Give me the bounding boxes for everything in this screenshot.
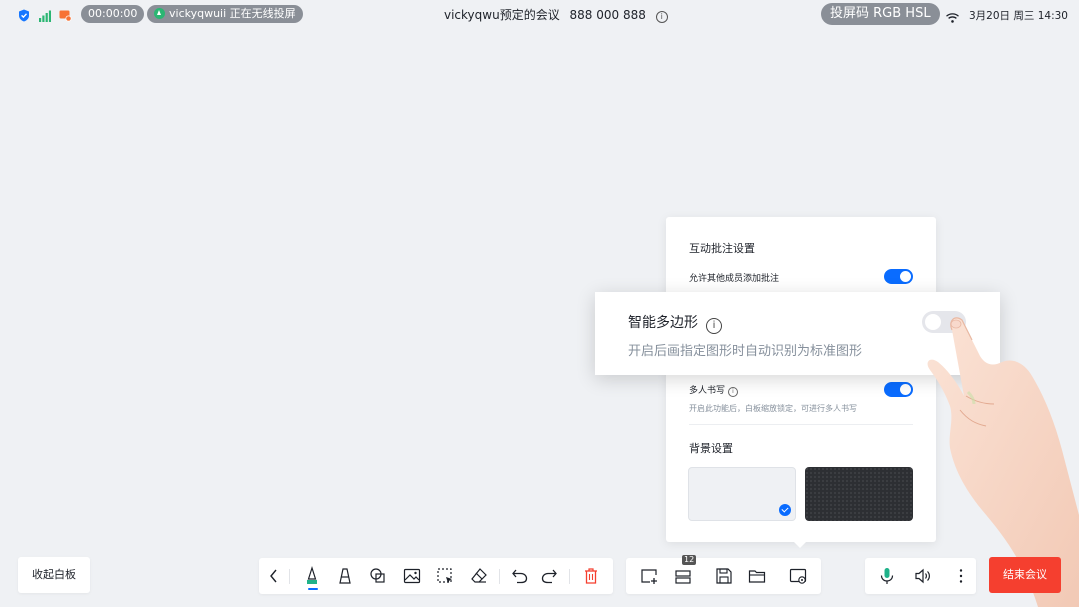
network-warning-icon [59, 7, 72, 26]
divider [689, 424, 913, 425]
select-icon[interactable] [435, 566, 455, 586]
shape-icon[interactable] [368, 566, 388, 586]
delete-icon[interactable] [581, 566, 601, 586]
smart-polygon-title: 智能多边形 [628, 315, 698, 331]
meeting-name: vickyqwu预定的会议 [444, 8, 560, 22]
clock: 3月20日 周三 14:30 [969, 10, 1068, 22]
eraser-icon[interactable] [469, 566, 489, 586]
speaker-icon[interactable] [913, 566, 933, 586]
multi-write-description: 开启此功能后，白板缩放锁定，可进行多人书写 [689, 404, 857, 413]
multi-write-toggle[interactable] [884, 382, 913, 397]
undo-icon[interactable] [510, 566, 530, 586]
save-icon[interactable] [714, 566, 734, 586]
screen-share-badge[interactable]: vickyqwuii 正在无线投屏 [147, 5, 303, 23]
check-icon [779, 504, 791, 516]
divider [499, 569, 500, 584]
multi-write-label: 多人书写 [689, 386, 726, 396]
allow-annotation-toggle[interactable] [884, 269, 913, 284]
cast-icon [154, 8, 165, 19]
meeting-id: 888 000 888 [569, 8, 646, 22]
microphone-icon[interactable] [877, 566, 897, 586]
image-icon[interactable] [402, 566, 422, 586]
background-option-light[interactable] [688, 467, 796, 521]
signal-icon [39, 7, 51, 26]
whiteboard-settings-panel: 互动批注设置 允许其他成员添加批注 多人书写 i 开启此功能后，白板缩放锁定，可进… [666, 217, 936, 548]
pen-icon[interactable] [302, 566, 322, 586]
pages-icon[interactable] [673, 566, 693, 586]
info-icon[interactable]: i [706, 318, 722, 334]
end-meeting-button[interactable]: 结束会议 [989, 557, 1061, 593]
wifi-icon [946, 8, 959, 27]
smart-polygon-row: 智能多边形 i [628, 312, 722, 334]
info-icon[interactable]: i [655, 11, 668, 23]
divider [569, 569, 570, 584]
cast-code-badge: 投屏码 RGB HSL [821, 3, 940, 25]
add-page-icon[interactable] [639, 566, 659, 586]
collapse-whiteboard-button[interactable]: 收起白板 [18, 557, 90, 593]
meeting-timer: 00:00:00 [81, 5, 145, 23]
info-icon[interactable]: i [728, 387, 739, 397]
shield-icon [18, 7, 30, 26]
back-icon[interactable] [264, 566, 284, 586]
annotation-settings-title: 互动批注设置 [689, 242, 755, 255]
redo-icon[interactable] [539, 566, 559, 586]
highlighter-icon[interactable] [335, 566, 355, 586]
background-settings-title: 背景设置 [689, 442, 733, 455]
allow-annotation-label: 允许其他成员添加批注 [689, 274, 780, 284]
audio-toolbar [865, 558, 976, 594]
page-toolbar: 12 [626, 555, 821, 594]
multi-write-row: 多人书写 i [689, 383, 739, 397]
open-folder-icon[interactable] [747, 566, 767, 586]
screen-share-text: vickyqwuii 正在无线投屏 [169, 7, 296, 20]
whiteboard-settings-icon[interactable] [788, 566, 808, 586]
page-count-badge: 12 [682, 555, 697, 565]
divider [289, 569, 290, 584]
drawing-toolbar [259, 558, 613, 594]
status-bar: 00:00:00 vickyqwuii 正在无线投屏 vickyqwu预定的会议… [0, 0, 1079, 28]
meeting-title: vickyqwu预定的会议 888 000 888 i [444, 6, 668, 23]
more-icon[interactable] [951, 566, 971, 586]
background-option-dark[interactable] [805, 467, 913, 521]
smart-polygon-description: 开启后画指定图形时自动识别为标准图形 [628, 344, 863, 359]
active-tool-indicator [308, 588, 318, 590]
